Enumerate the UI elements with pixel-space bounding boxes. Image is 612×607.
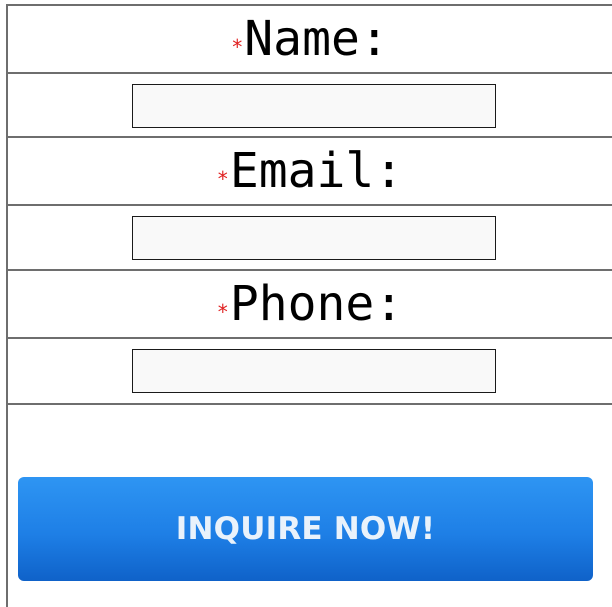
name-field-row: [8, 72, 612, 136]
email-field-row: [8, 204, 612, 269]
name-label-row: * Name:: [8, 4, 612, 72]
phone-label: Phone:: [229, 276, 404, 332]
required-marker: *: [216, 300, 229, 324]
email-input[interactable]: [132, 216, 496, 260]
email-label-row: * Email:: [8, 136, 612, 204]
phone-input[interactable]: [132, 349, 496, 393]
name-input[interactable]: [132, 84, 496, 128]
phone-label-row: * Phone:: [8, 269, 612, 337]
required-marker: *: [231, 35, 244, 59]
inquire-now-button[interactable]: INQUIRE NOW!: [18, 477, 593, 581]
phone-field-row: [8, 337, 612, 403]
name-label: Name:: [244, 11, 389, 67]
email-label: Email:: [229, 143, 404, 199]
required-marker: *: [216, 167, 229, 191]
